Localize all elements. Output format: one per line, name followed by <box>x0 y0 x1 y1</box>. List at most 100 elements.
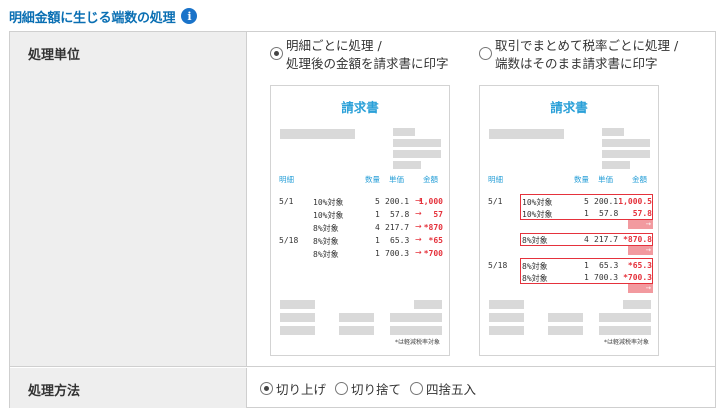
row-item: 8%対象 <box>313 224 339 233</box>
row-item: 10%対象 <box>313 211 344 220</box>
total-tag: → 1,058 <box>628 220 653 237</box>
placeholder-block <box>280 326 315 335</box>
row-price: 200.1 <box>385 197 410 206</box>
radio-per-transaction[interactable] <box>479 47 492 60</box>
invoice-title: 請求書 <box>341 100 379 115</box>
row-amount: 1,000 <box>418 197 443 206</box>
row-price: 57.8 <box>390 210 410 219</box>
col-amount: 金額 <box>632 175 647 184</box>
placeholder-block <box>414 300 442 309</box>
placeholder-block <box>602 128 624 136</box>
placeholder-block <box>280 313 315 322</box>
settings-table: 処理単位 明細ごとに処理 / 処理後の金額を請求書に印字 取引でまとめて税率ごと… <box>9 31 716 408</box>
col-price: 単価 <box>389 175 404 184</box>
option-per-line-line2: 処理後の金額を請求書に印字 <box>286 56 449 71</box>
arrow-icon: → <box>415 209 422 218</box>
placeholder-block <box>393 128 415 136</box>
processing-unit-label: 処理単位 <box>10 32 247 366</box>
row-price: 700.3 <box>594 273 619 282</box>
row-item: 8%対象 <box>522 262 548 271</box>
radio-round-up[interactable] <box>260 382 273 395</box>
placeholder-block <box>489 129 564 139</box>
radio-round-half[interactable] <box>410 382 424 395</box>
option-per-transaction-line1: 取引でまとめて税率ごとに処理 / <box>495 38 679 53</box>
placeholder-block <box>393 161 421 169</box>
processing-method-row: 処理方法 切り上げ 切り捨て 四捨五入 <box>10 368 715 408</box>
row-price: 200.1 <box>594 197 619 206</box>
placeholder-block <box>390 313 442 322</box>
row-price: 65.3 <box>390 236 410 245</box>
row-amount: *870 <box>423 223 443 232</box>
col-item: 明細 <box>279 175 294 184</box>
row-date: 5/1 <box>488 197 503 206</box>
col-qty: 数量 <box>574 175 589 184</box>
option-round-up[interactable]: 切り上げ <box>260 379 326 398</box>
total-tag: → *870 <box>628 246 653 263</box>
row-qty: 1 <box>375 249 380 258</box>
placeholder-block <box>390 326 442 335</box>
option-round-up-label: 切り上げ <box>276 382 327 397</box>
col-qty: 数量 <box>365 175 380 184</box>
placeholder-block <box>602 161 630 169</box>
reduced-tax-note: *は軽減税率対象 <box>603 339 649 346</box>
invoice-sample-per-line: 請求書 明細 数量 単価 金額 5/1 10%対象 5 200.1 → 1,00… <box>270 85 450 356</box>
info-icon[interactable]: i <box>181 8 198 24</box>
option-per-line-line1: 明細ごとに処理 / <box>286 38 382 53</box>
row-amount: *700 <box>423 249 443 258</box>
placeholder-block <box>548 326 583 335</box>
option-round-half-label: 四捨五入 <box>426 382 477 397</box>
row-date: 5/18 <box>279 236 299 245</box>
placeholder-block <box>599 313 651 322</box>
processing-method-options: 切り上げ 切り捨て 四捨五入 <box>248 368 715 408</box>
row-date: 5/1 <box>279 197 294 206</box>
row-amount: *65 <box>428 236 443 245</box>
placeholder-block <box>280 129 355 139</box>
option-per-transaction-line2: 端数はそのまま請求書に印字 <box>495 56 658 71</box>
placeholder-block <box>602 150 650 158</box>
placeholder-block <box>489 326 524 335</box>
placeholder-block <box>602 139 650 147</box>
placeholder-block <box>393 150 441 158</box>
row-price: 217.7 <box>594 235 619 244</box>
option-per-line[interactable]: 明細ごとに処理 / 処理後の金額を請求書に印字 <box>270 37 449 73</box>
row-qty: 4 <box>584 235 589 244</box>
placeholder-block <box>339 313 374 322</box>
col-price: 単価 <box>598 175 613 184</box>
row-price: 217.7 <box>385 223 410 232</box>
row-item: 8%対象 <box>313 237 339 246</box>
radio-per-line[interactable] <box>270 47 283 60</box>
row-qty: 4 <box>375 223 380 232</box>
row-qty: 5 <box>375 197 380 206</box>
row-qty: 1 <box>584 209 589 218</box>
section-title: 明細金額に生じる端数の処理 <box>9 10 176 26</box>
row-qty: 1 <box>375 236 380 245</box>
row-qty: 5 <box>584 197 589 206</box>
row-amount: 57.8 <box>632 209 652 218</box>
placeholder-block <box>393 139 441 147</box>
row-amount: *700.3 <box>623 273 652 282</box>
row-item: 8%対象 <box>313 250 339 259</box>
option-per-transaction[interactable]: 取引でまとめて税率ごとに処理 / 端数はそのまま請求書に印字 <box>479 37 678 73</box>
row-amount: 57 <box>433 210 443 219</box>
row-qty: 1 <box>584 261 589 270</box>
option-round-down[interactable]: 切り捨て <box>335 379 401 398</box>
row-item: 10%対象 <box>522 210 553 219</box>
row-qty: 1 <box>375 210 380 219</box>
processing-unit-row: 処理単位 明細ごとに処理 / 処理後の金額を請求書に印字 取引でまとめて税率ごと… <box>10 32 715 367</box>
reduced-tax-note: *は軽減税率対象 <box>394 339 440 346</box>
placeholder-block <box>339 326 374 335</box>
row-price: 700.3 <box>385 249 410 258</box>
placeholder-block <box>280 300 315 309</box>
placeholder-block <box>489 300 524 309</box>
row-item: 10%対象 <box>313 198 344 207</box>
option-round-half[interactable]: 四捨五入 <box>410 379 476 398</box>
arrow-icon: → <box>415 248 422 257</box>
radio-round-down[interactable] <box>335 382 349 395</box>
row-price: 65.3 <box>599 261 619 270</box>
processing-unit-options: 明細ごとに処理 / 処理後の金額を請求書に印字 取引でまとめて税率ごとに処理 /… <box>248 32 715 366</box>
placeholder-block <box>623 300 651 309</box>
section-header: 明細金額に生じる端数の処理 i <box>9 6 198 26</box>
row-amount: 1,000.5 <box>618 197 652 206</box>
col-item: 明細 <box>488 175 503 184</box>
row-amount: *870.8 <box>623 235 652 244</box>
